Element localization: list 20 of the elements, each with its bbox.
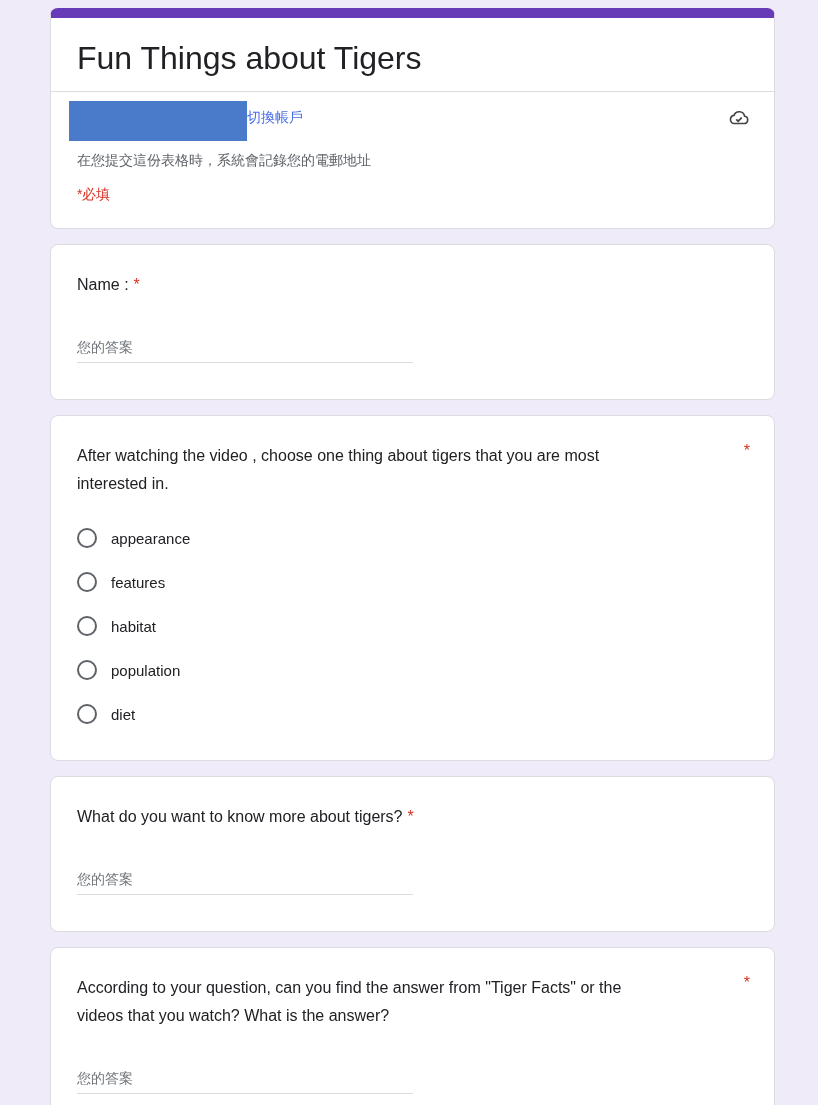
option-label: appearance: [111, 529, 191, 547]
question-title: After watching the video , choose one thing about tigers that you are most interested in.: [77, 446, 601, 494]
email-notice: 在您提交這份表格時，系統會記錄您的電郵地址: [77, 152, 372, 170]
radio-button[interactable]: [77, 660, 97, 680]
radio-button[interactable]: [77, 528, 97, 548]
form-title: Fun Things about Tigers: [77, 40, 423, 77]
radio-button[interactable]: [77, 704, 97, 724]
required-note: *必填: [77, 186, 112, 204]
question-title: According to your question, can you find the answer from "Tiger Facts" or the videos that you watch? What is the answer?: [77, 978, 623, 1026]
required-mark: *: [743, 442, 750, 460]
switch-account-link[interactable]: 切換帳戶: [247, 109, 303, 127]
option-label: population: [111, 661, 181, 679]
radio-button[interactable]: [77, 572, 97, 592]
radio-button[interactable]: [77, 616, 97, 636]
required-mark: *: [743, 974, 750, 992]
question-title: What do you want to know more about tigers? *: [77, 807, 415, 827]
option-label: habitat: [111, 617, 157, 635]
option-label: diet: [111, 705, 136, 723]
question-title: Name : *: [77, 275, 141, 295]
option-label: features: [111, 573, 166, 591]
